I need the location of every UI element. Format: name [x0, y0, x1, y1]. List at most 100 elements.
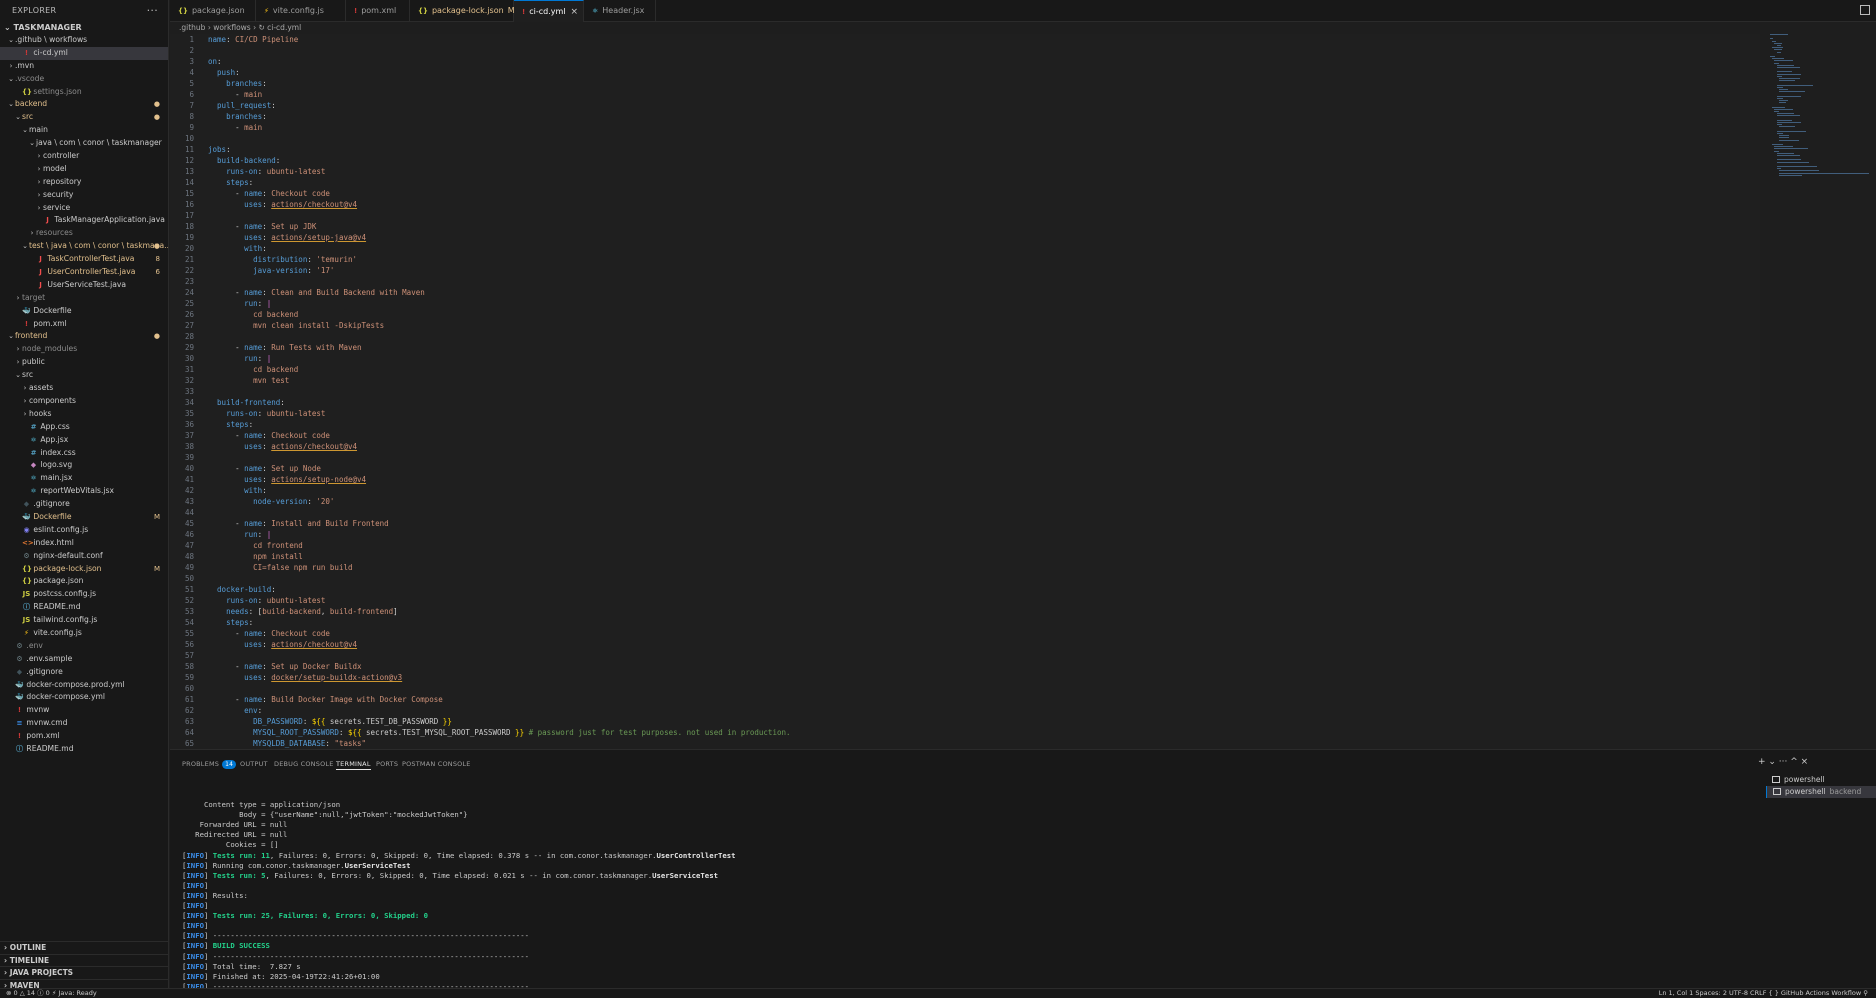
tree-item[interactable]: › public: [0, 356, 168, 369]
breadcrumb[interactable]: .github › workflows › ↻ ci-cd.yml: [170, 22, 1770, 34]
panel-tab-ports[interactable]: PORTS: [376, 758, 398, 770]
line-number: 18: [184, 222, 194, 231]
panel-tab-problems[interactable]: PROBLEMS 14: [182, 758, 237, 770]
status-left[interactable]: ⊗ 0 △ 14 ⓘ 0 ⚡ Java: Ready: [6, 989, 97, 998]
tree-item[interactable]: ⌄frontend ●: [0, 330, 168, 343]
tree-item[interactable]: JS postcss.config.js: [0, 588, 168, 601]
tab-ci-cd-yml[interactable]: ! ci-cd.yml ×: [514, 0, 584, 22]
tree-item[interactable]: › service: [0, 202, 168, 215]
tree-item[interactable]: J UserControllerTest.java 6: [0, 266, 168, 279]
panel-tab-terminal[interactable]: TERMINAL: [336, 758, 371, 770]
tree-item[interactable]: ◆ logo.svg: [0, 459, 168, 472]
tree-item[interactable]: ! pom.xml: [0, 730, 168, 743]
minimap-line: [1779, 172, 1869, 174]
tab-vite-config-js[interactable]: ⚡ vite.config.js: [256, 0, 346, 22]
status-right[interactable]: Ln 1, Col 1 Spaces: 2 UTF-8 CRLF { } Git…: [1659, 989, 1868, 998]
more-actions-icon[interactable]: ···: [147, 0, 158, 22]
tree-item[interactable]: ! pom.xml: [0, 318, 168, 331]
split-editor-icon[interactable]: [1860, 5, 1870, 15]
section-label: TIMELINE: [9, 955, 50, 965]
file-icon: 🐳: [15, 680, 24, 689]
tree-item[interactable]: ⚛ App.jsx: [0, 434, 168, 447]
tab-pom-xml[interactable]: ! pom.xml: [346, 0, 410, 22]
tree-item[interactable]: J TaskManagerApplication.java: [0, 214, 168, 227]
tree-item[interactable]: ◆ .gitignore: [0, 666, 168, 679]
tree-item[interactable]: ◆ .gitignore: [0, 498, 168, 511]
panel-tab-output[interactable]: OUTPUT: [240, 758, 268, 770]
tab-header-jsx[interactable]: ⚛ Header.jsx: [584, 0, 656, 22]
tree-item[interactable]: 🐳 docker-compose.prod.yml: [0, 679, 168, 692]
tree-item[interactable]: › node_modules: [0, 343, 168, 356]
minimap-line: [1777, 45, 1781, 46]
tree-item-label: .gitignore: [33, 499, 70, 509]
tree-item[interactable]: › assets: [0, 382, 168, 395]
tree-item[interactable]: › components: [0, 395, 168, 408]
tree-item[interactable]: › resources: [0, 227, 168, 240]
tree-item[interactable]: ⌄backend ●: [0, 98, 168, 111]
tree-item[interactable]: ≡ mvnw.cmd: [0, 717, 168, 730]
section-outline[interactable]: › OUTLINE: [0, 941, 168, 954]
terminal-instance[interactable]: powershell: [1766, 774, 1876, 786]
tab-package-lock-json[interactable]: {} package-lock.json M: [410, 0, 515, 22]
tree-item[interactable]: {} package-lock.json M: [0, 563, 168, 576]
terminal-output[interactable]: Content type = application/json Body = {…: [182, 790, 1682, 998]
panel-actions[interactable]: + ⌄ ··· ^ ×: [1758, 757, 1808, 767]
tree-item[interactable]: › repository: [0, 176, 168, 189]
tree-item[interactable]: # App.css: [0, 421, 168, 434]
bottom-panel: PROBLEMS 14 OUTPUT DEBUG CONSOLE TERMINAL POR…: [170, 749, 1876, 998]
tree-item[interactable]: ⌄src ●: [0, 111, 168, 124]
tree-item[interactable]: ⚙ .env.sample: [0, 653, 168, 666]
close-icon[interactable]: ×: [570, 1, 578, 23]
tree-item[interactable]: ! mvnw: [0, 704, 168, 717]
explorer-title: EXPLORER: [12, 6, 57, 15]
tree-item[interactable]: ⚡ vite.config.js: [0, 627, 168, 640]
panel-tab-debug-console[interactable]: DEBUG CONSOLE: [274, 758, 334, 770]
code-line: 63 DB_PASSWORD: ${{ secrets.TEST_DB_PASS…: [170, 716, 1760, 727]
tree-item[interactable]: ◉ eslint.config.js: [0, 524, 168, 537]
tree-item-label: UserServiceTest.java: [47, 279, 127, 289]
tree-item[interactable]: ⚛ main.jsx: [0, 472, 168, 485]
tree-item[interactable]: JS tailwind.config.js: [0, 614, 168, 627]
tree-item[interactable]: ⌄test \ java \ com \ conor \ taskmana...…: [0, 240, 168, 253]
minimap[interactable]: [1770, 34, 1870, 234]
tree-item[interactable]: › model: [0, 163, 168, 176]
tree-item[interactable]: 🐳 docker-compose.yml: [0, 691, 168, 704]
code-line: 36 steps:: [170, 419, 1760, 430]
tree-item[interactable]: <> index.html: [0, 537, 168, 550]
section-maven[interactable]: › MAVEN: [0, 978, 168, 988]
tree-item[interactable]: ⚛ reportWebVitals.jsx: [0, 485, 168, 498]
panel-tab-postman-console[interactable]: POSTMAN CONSOLE: [402, 758, 471, 770]
terminal-instance[interactable]: powershell backend: [1766, 786, 1876, 798]
tree-item[interactable]: › .mvn: [0, 60, 168, 73]
tree-item[interactable]: {} settings.json: [0, 86, 168, 99]
line-number: 5: [189, 79, 194, 88]
minimap-line: [1777, 97, 1783, 99]
tree-item[interactable]: J UserServiceTest.java: [0, 279, 168, 292]
code-editor[interactable]: 1 name: CI/CD Pipeline 2 3 on: 4 push: 5 branc…: [170, 34, 1760, 749]
tree-item[interactable]: ⓘ README.md: [0, 601, 168, 614]
section-timeline[interactable]: › TIMELINE: [0, 953, 168, 967]
project-root[interactable]: ⌄ TASKMANAGER: [0, 22, 168, 34]
tree-item[interactable]: ⌄main: [0, 124, 168, 137]
tree-item[interactable]: ⌄.vscode: [0, 73, 168, 86]
file-icon: !: [24, 48, 29, 57]
tree-item[interactable]: # index.css: [0, 447, 168, 460]
tree-item[interactable]: {} package.json: [0, 575, 168, 588]
tree-item[interactable]: › hooks: [0, 408, 168, 421]
tree-item[interactable]: ⓘ README.md: [0, 743, 168, 756]
section-java-projects[interactable]: › JAVA PROJECTS: [0, 966, 168, 979]
tree-item[interactable]: ⚙ nginx-default.conf: [0, 550, 168, 563]
tab-package-json[interactable]: {} package.json: [170, 0, 256, 22]
tree-item[interactable]: › controller: [0, 150, 168, 163]
tree-item[interactable]: J TaskControllerTest.java 8: [0, 253, 168, 266]
tree-item[interactable]: › target: [0, 292, 168, 305]
tree-item[interactable]: ⚙ .env: [0, 640, 168, 653]
tree-item[interactable]: 🐳 Dockerfile: [0, 305, 168, 318]
file-icon: !: [522, 8, 526, 16]
tree-item[interactable]: › security: [0, 189, 168, 202]
tree-item[interactable]: ! ci-cd.yml: [0, 46, 168, 60]
tree-item[interactable]: 🐳 Dockerfile M: [0, 511, 168, 524]
tree-item[interactable]: ⌄src: [0, 369, 168, 382]
tree-item[interactable]: ⌄java \ com \ conor \ taskmanager: [0, 137, 168, 150]
tree-item[interactable]: ⌄.github \ workflows: [0, 34, 168, 47]
